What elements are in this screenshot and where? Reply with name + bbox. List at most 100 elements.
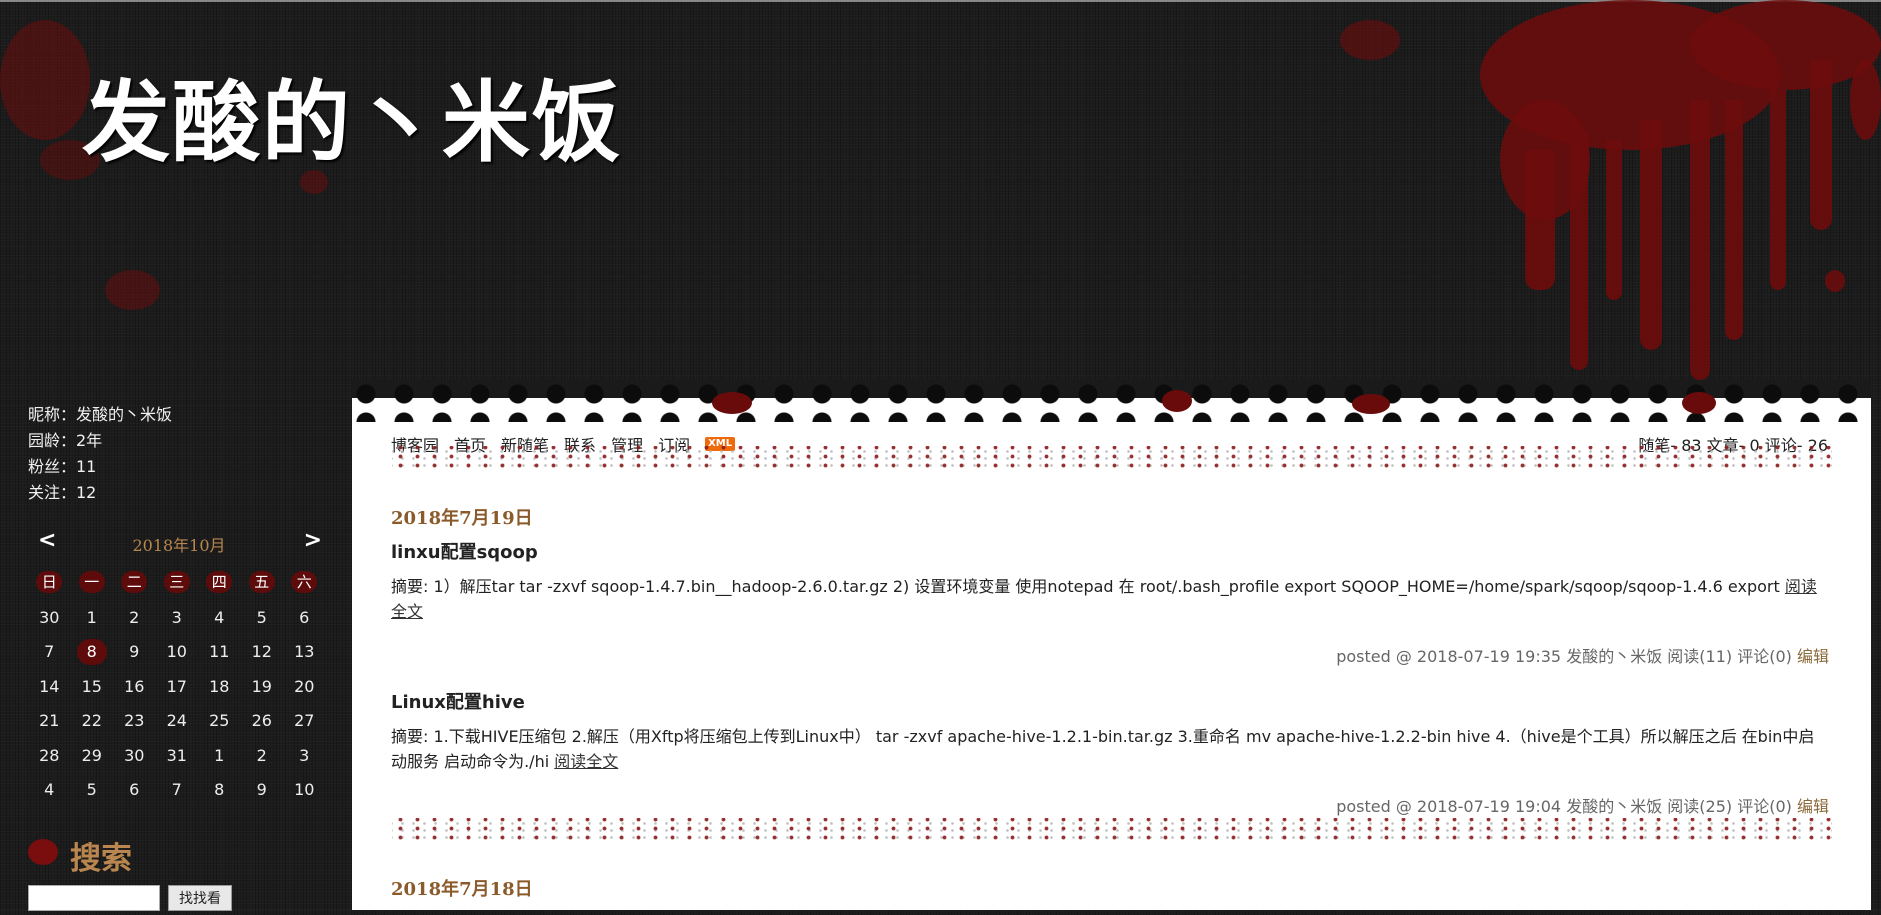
calendar-day[interactable]: 30 bbox=[113, 738, 156, 773]
calendar-weekday: 三 bbox=[163, 571, 190, 593]
calendar-day[interactable]: 5 bbox=[71, 773, 114, 808]
calendar-day[interactable]: 29 bbox=[71, 738, 114, 773]
calendar-day-number: 4 bbox=[214, 607, 225, 627]
post-meta-row-1: posted @ 2018-07-19 19:35 发酸的丶米饭 阅读(11) … bbox=[391, 643, 1829, 667]
calendar-day[interactable]: 8 bbox=[71, 635, 114, 670]
edit-link[interactable]: 编辑 bbox=[1797, 647, 1829, 666]
calendar-weekday: 日 bbox=[36, 571, 63, 593]
calendar-day[interactable]: 9 bbox=[113, 635, 156, 670]
splatter-divider bbox=[392, 818, 1832, 842]
calendar-weekday: 二 bbox=[121, 571, 148, 593]
post-meta-row-2: posted @ 2018-07-19 19:04 发酸的丶米饭 阅读(25) … bbox=[391, 793, 1829, 817]
calendar-day[interactable]: 23 bbox=[113, 704, 156, 739]
calendar-day[interactable]: 2 bbox=[241, 738, 284, 773]
calendar-day-number: 6 bbox=[129, 780, 140, 800]
calendar-day[interactable]: 15 bbox=[71, 669, 114, 704]
calendar-day[interactable]: 20 bbox=[283, 669, 326, 704]
calendar-day-number: 12 bbox=[251, 642, 272, 662]
calendar-day[interactable]: 14 bbox=[28, 669, 71, 704]
calendar-day[interactable]: 16 bbox=[113, 669, 156, 704]
calendar-day[interactable]: 7 bbox=[156, 773, 199, 808]
search-button[interactable]: 找找看 bbox=[168, 885, 232, 911]
read-more-link[interactable]: 阅读全文 bbox=[554, 752, 618, 771]
calendar-day-number: 4 bbox=[44, 780, 55, 800]
calendar-day-number: 26 bbox=[251, 711, 272, 731]
calendar-day[interactable]: 31 bbox=[156, 738, 199, 773]
calendar-day[interactable]: 17 bbox=[156, 669, 199, 704]
calendar-day[interactable]: 1 bbox=[71, 600, 114, 635]
post-title-link[interactable]: Linux配置hive bbox=[391, 688, 1829, 714]
post-summary-2: 摘要: 1.下载HIVE压缩包 2.解压（用Xftp将压缩包上传到Linux中）… bbox=[391, 724, 1829, 774]
calendar-next-month-button[interactable]: > bbox=[304, 528, 322, 553]
post-date-heading[interactable]: 2018年7月18日 bbox=[391, 875, 1829, 901]
calendar-day[interactable]: 10 bbox=[156, 635, 199, 670]
calendar-day[interactable]: 25 bbox=[198, 704, 241, 739]
calendar-weekday: 一 bbox=[78, 571, 105, 593]
calendar-day[interactable]: 27 bbox=[283, 704, 326, 739]
calendar-day[interactable]: 22 bbox=[71, 704, 114, 739]
calendar-day-number: 9 bbox=[129, 642, 140, 662]
calendar-day[interactable]: 7 bbox=[28, 635, 71, 670]
search-input[interactable] bbox=[28, 885, 160, 911]
calendar-day-number: 19 bbox=[251, 676, 272, 696]
calendar-day[interactable]: 3 bbox=[283, 738, 326, 773]
calendar-day[interactable]: 12 bbox=[241, 635, 284, 670]
calendar-day-number: 30 bbox=[39, 607, 60, 627]
calendar-day-number: 1 bbox=[214, 745, 225, 765]
calendar-day[interactable]: 11 bbox=[198, 635, 241, 670]
calendar-day-number: 29 bbox=[81, 745, 102, 765]
calendar: < 2018年10月 > 日 一 二 三 四 五 六 30 1 2 3 4 5 6 7 8 9 10… bbox=[28, 528, 330, 807]
post-title-link[interactable]: linxu配置sqoop bbox=[391, 538, 1829, 564]
calendar-day-number: 15 bbox=[81, 676, 102, 696]
calendar-day[interactable]: 30 bbox=[28, 600, 71, 635]
calendar-day[interactable]: 4 bbox=[198, 600, 241, 635]
profile-follow[interactable]: 关注：12 bbox=[28, 480, 330, 506]
search-section-header: 搜索 bbox=[28, 833, 330, 877]
calendar-day[interactable]: 18 bbox=[198, 669, 241, 704]
calendar-day[interactable]: 2 bbox=[113, 600, 156, 635]
profile-fans[interactable]: 粉丝：11 bbox=[28, 454, 330, 480]
sidebar: 昵称：发酸的丶米饭 园龄：2年 粉丝：11 关注：12 < 2018年10月 >… bbox=[28, 402, 330, 915]
calendar-month-title: 2018年10月 bbox=[132, 536, 226, 555]
calendar-day[interactable]: 3 bbox=[156, 600, 199, 635]
calendar-day-number: 9 bbox=[256, 780, 267, 800]
calendar-day[interactable]: 4 bbox=[28, 773, 71, 808]
day-heading-2: 2018年7月18日 bbox=[391, 875, 1829, 901]
calendar-day[interactable]: 10 bbox=[283, 773, 326, 808]
calendar-day[interactable]: 13 bbox=[283, 635, 326, 670]
post-date-heading[interactable]: 2018年7月19日 bbox=[391, 504, 1829, 530]
calendar-day[interactable]: 9 bbox=[241, 773, 284, 808]
post-title-row-2: Linux配置hive bbox=[391, 688, 1829, 714]
profile-nickname[interactable]: 昵称：发酸的丶米饭 bbox=[28, 402, 330, 428]
calendar-day-number: 30 bbox=[124, 745, 145, 765]
calendar-day-number: 28 bbox=[39, 745, 60, 765]
calendar-day[interactable]: 24 bbox=[156, 704, 199, 739]
post-meta-text: posted @ 2018-07-19 19:35 发酸的丶米饭 阅读(11) … bbox=[1336, 647, 1792, 666]
edit-link[interactable]: 编辑 bbox=[1797, 797, 1829, 816]
calendar-day[interactable]: 1 bbox=[198, 738, 241, 773]
site-title[interactable]: 发酸的丶米饭 bbox=[82, 52, 622, 179]
calendar-day-number: 23 bbox=[124, 711, 145, 731]
calendar-day[interactable]: 26 bbox=[241, 704, 284, 739]
calendar-day[interactable]: 8 bbox=[198, 773, 241, 808]
calendar-day[interactable]: 21 bbox=[28, 704, 71, 739]
calendar-day-number: 2 bbox=[129, 607, 140, 627]
calendar-weekday: 五 bbox=[248, 571, 275, 593]
calendar-day[interactable]: 5 bbox=[241, 600, 284, 635]
calendar-day-number: 16 bbox=[124, 676, 145, 696]
splatter-divider bbox=[392, 446, 1832, 470]
calendar-day[interactable]: 28 bbox=[28, 738, 71, 773]
profile-age[interactable]: 园龄：2年 bbox=[28, 428, 330, 454]
calendar-day-number: 27 bbox=[294, 711, 315, 731]
calendar-day[interactable]: 6 bbox=[113, 773, 156, 808]
search-form: 找找看 bbox=[28, 885, 330, 915]
calendar-day[interactable]: 19 bbox=[241, 669, 284, 704]
calendar-day-number: 10 bbox=[294, 780, 315, 800]
search-section-title: 搜索 bbox=[70, 841, 132, 877]
calendar-day-number: 13 bbox=[294, 642, 315, 662]
calendar-day-number: 20 bbox=[294, 676, 315, 696]
calendar-day-number: 6 bbox=[299, 607, 310, 627]
calendar-day-number: 18 bbox=[209, 676, 230, 696]
calendar-day-number: 21 bbox=[39, 711, 60, 731]
calendar-day[interactable]: 6 bbox=[283, 600, 326, 635]
